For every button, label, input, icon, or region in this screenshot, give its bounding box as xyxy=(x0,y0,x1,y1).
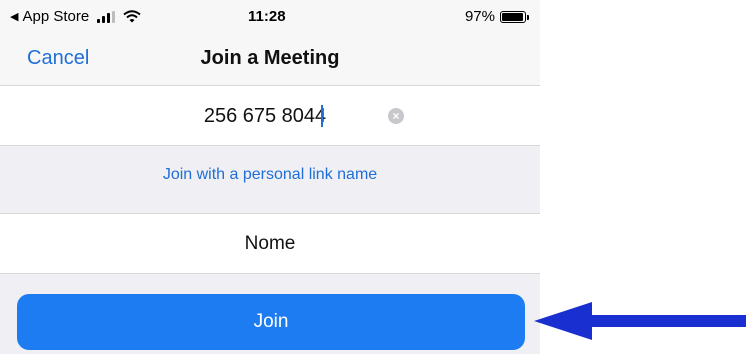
meeting-id-input[interactable] xyxy=(150,101,380,131)
status-bar: ◀ App Store 11:28 97% xyxy=(0,0,540,34)
join-button[interactable]: Join xyxy=(17,294,525,350)
annotation-arrow-icon xyxy=(534,302,746,340)
clear-input-icon[interactable]: × xyxy=(388,108,404,124)
back-triangle-icon: ◀ xyxy=(10,11,19,23)
navigation-bar: Cancel Join a Meeting xyxy=(0,34,540,86)
text-caret xyxy=(321,105,323,127)
name-row xyxy=(0,214,540,274)
status-left[interactable]: ◀ App Store xyxy=(10,8,141,25)
name-input[interactable] xyxy=(120,229,420,259)
personal-link-button[interactable]: Join with a personal link name xyxy=(0,166,540,184)
wifi-icon xyxy=(123,10,141,23)
personal-link-row: Join with a personal link name xyxy=(0,146,540,214)
battery-percent: 97% xyxy=(464,8,495,25)
join-meeting-screen: ◀ App Store 11:28 97% Cancel Join a Meet… xyxy=(0,0,540,354)
status-right: 97% xyxy=(464,8,529,25)
status-time: 11:28 xyxy=(248,8,286,25)
signal-icon xyxy=(97,10,116,23)
battery-icon xyxy=(500,10,529,23)
page-title: Join a Meeting xyxy=(200,47,340,69)
back-app-label: App Store xyxy=(22,8,90,25)
screenshot-canvas: ◀ App Store 11:28 97% Cancel Join a Meet… xyxy=(0,0,749,354)
meeting-id-row: × xyxy=(0,86,540,146)
battery-level xyxy=(502,12,524,21)
